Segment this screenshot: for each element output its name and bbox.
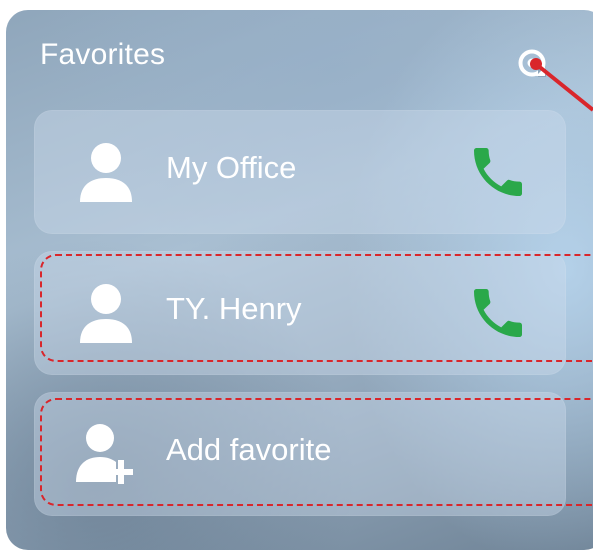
add-person-icon [76, 424, 133, 484]
favorite-card-ty-henry[interactable]: TY. Henry [34, 251, 566, 375]
settings-icon [518, 49, 546, 77]
person-icon [80, 143, 132, 202]
favorite-card-my-office[interactable]: My Office [34, 110, 566, 234]
favorite-name: TY. Henry [166, 291, 302, 326]
add-favorite-label: Add favorite [166, 432, 332, 467]
widget-title: Favorites [40, 38, 166, 71]
phone-icon[interactable] [466, 140, 530, 204]
favorite-name: My Office [166, 150, 297, 185]
person-icon [80, 284, 132, 343]
add-favorite-button[interactable]: Add favorite [34, 392, 566, 516]
phone-icon[interactable] [466, 281, 530, 345]
favorites-widget: Favorites My Office TY. Henry Add favori… [6, 10, 593, 550]
settings-button[interactable] [516, 47, 548, 79]
